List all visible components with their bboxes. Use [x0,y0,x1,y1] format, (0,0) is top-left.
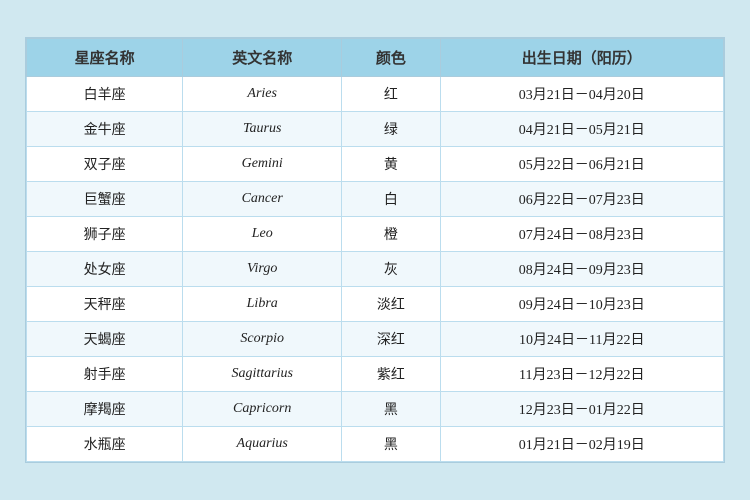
cell-color: 橙 [342,217,440,252]
table-row: 摩羯座Capricorn黑12月23日－01月22日 [27,392,724,427]
cell-chinese: 水瓶座 [27,427,183,462]
cell-date: 04月21日－05月21日 [440,112,723,147]
cell-english: Gemini [183,147,342,182]
table-row: 双子座Gemini黄05月22日－06月21日 [27,147,724,182]
cell-chinese: 双子座 [27,147,183,182]
cell-english: Taurus [183,112,342,147]
cell-chinese: 天蝎座 [27,322,183,357]
col-header-english: 英文名称 [183,39,342,77]
cell-date: 06月22日－07月23日 [440,182,723,217]
cell-date: 11月23日－12月22日 [440,357,723,392]
cell-date: 08月24日－09月23日 [440,252,723,287]
cell-english: Scorpio [183,322,342,357]
table-row: 金牛座Taurus绿04月21日－05月21日 [27,112,724,147]
cell-color: 白 [342,182,440,217]
table-row: 狮子座Leo橙07月24日－08月23日 [27,217,724,252]
col-header-color: 颜色 [342,39,440,77]
cell-color: 淡红 [342,287,440,322]
cell-color: 绿 [342,112,440,147]
cell-date: 03月21日－04月20日 [440,77,723,112]
cell-english: Aquarius [183,427,342,462]
cell-english: Aries [183,77,342,112]
cell-date: 10月24日－11月22日 [440,322,723,357]
cell-date: 05月22日－06月21日 [440,147,723,182]
cell-chinese: 处女座 [27,252,183,287]
cell-chinese: 白羊座 [27,77,183,112]
cell-date: 07月24日－08月23日 [440,217,723,252]
cell-english: Sagittarius [183,357,342,392]
cell-color: 黑 [342,427,440,462]
table-row: 天蝎座Scorpio深红10月24日－11月22日 [27,322,724,357]
cell-english: Cancer [183,182,342,217]
table-row: 天秤座Libra淡红09月24日－10月23日 [27,287,724,322]
cell-chinese: 巨蟹座 [27,182,183,217]
cell-chinese: 射手座 [27,357,183,392]
cell-color: 深红 [342,322,440,357]
cell-chinese: 天秤座 [27,287,183,322]
cell-color: 红 [342,77,440,112]
cell-chinese: 金牛座 [27,112,183,147]
table-row: 射手座Sagittarius紫红11月23日－12月22日 [27,357,724,392]
cell-color: 黄 [342,147,440,182]
main-container: 星座名称 英文名称 颜色 出生日期（阳历） 白羊座Aries红03月21日－04… [25,37,725,463]
zodiac-table: 星座名称 英文名称 颜色 出生日期（阳历） 白羊座Aries红03月21日－04… [26,38,724,462]
table-row: 水瓶座Aquarius黑01月21日－02月19日 [27,427,724,462]
cell-color: 灰 [342,252,440,287]
cell-chinese: 狮子座 [27,217,183,252]
cell-color: 黑 [342,392,440,427]
cell-date: 12月23日－01月22日 [440,392,723,427]
cell-date: 09月24日－10月23日 [440,287,723,322]
table-header-row: 星座名称 英文名称 颜色 出生日期（阳历） [27,39,724,77]
cell-english: Capricorn [183,392,342,427]
table-row: 巨蟹座Cancer白06月22日－07月23日 [27,182,724,217]
col-header-date: 出生日期（阳历） [440,39,723,77]
cell-english: Libra [183,287,342,322]
cell-english: Leo [183,217,342,252]
table-row: 处女座Virgo灰08月24日－09月23日 [27,252,724,287]
cell-date: 01月21日－02月19日 [440,427,723,462]
col-header-chinese: 星座名称 [27,39,183,77]
cell-english: Virgo [183,252,342,287]
cell-color: 紫红 [342,357,440,392]
cell-chinese: 摩羯座 [27,392,183,427]
table-row: 白羊座Aries红03月21日－04月20日 [27,77,724,112]
